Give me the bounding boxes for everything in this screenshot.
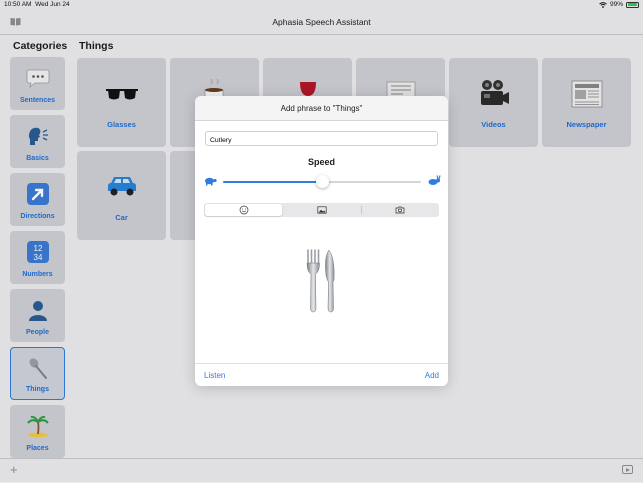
rabbit-icon (428, 175, 441, 185)
photo-icon (316, 206, 327, 214)
add-phrase-dialog: Add phrase to "Things" Speed (195, 96, 448, 386)
phrase-text-input[interactable] (205, 131, 438, 146)
smiley-icon (239, 205, 248, 215)
speed-label: Speed (307, 157, 335, 167)
dialog-footer: Listen Add (195, 363, 448, 387)
speed-slider-thumb[interactable] (315, 175, 329, 188)
fork-and-knife-icon (306, 249, 335, 313)
speed-slider-fill (223, 181, 322, 183)
image-source-segmented-control (204, 203, 439, 217)
add-button[interactable]: Add (425, 371, 439, 380)
segment-photo[interactable] (283, 204, 360, 216)
dialog-title: Add phrase to "Things" (280, 104, 363, 113)
dialog-header: Add phrase to "Things" (195, 96, 448, 121)
listen-button[interactable]: Listen (204, 371, 225, 380)
segment-camera[interactable] (361, 204, 438, 216)
segment-emoji[interactable] (205, 204, 282, 216)
turtle-icon (205, 177, 217, 186)
camera-icon (395, 206, 404, 214)
speed-slider[interactable] (223, 175, 421, 188)
